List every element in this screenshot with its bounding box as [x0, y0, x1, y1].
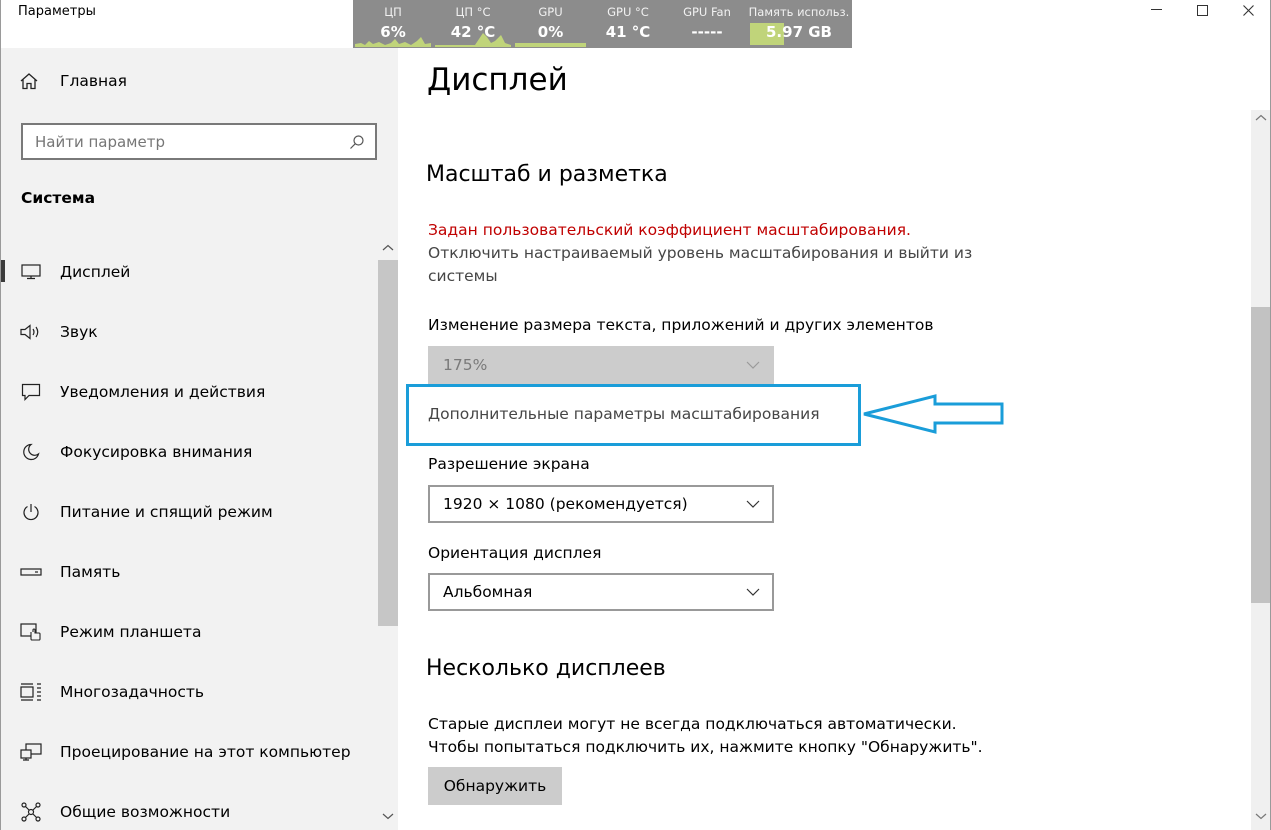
projecting-icon	[19, 743, 43, 761]
scroll-up-icon[interactable]	[1251, 112, 1271, 124]
window-controls	[1133, 0, 1271, 20]
overlay-label: Память использ.	[748, 5, 850, 19]
overlay-value: 0%	[537, 23, 564, 41]
chevron-down-icon	[746, 361, 760, 369]
close-icon	[1242, 4, 1254, 16]
speaker-icon	[19, 324, 43, 340]
tablet-icon	[19, 623, 43, 641]
chevron-down-icon	[746, 588, 760, 596]
multitasking-icon	[19, 683, 43, 701]
storage-icon	[19, 567, 43, 577]
sidebar-scrollbar[interactable]	[378, 240, 398, 830]
multiple-displays-text-2: Чтобы попытаться подключить их, нажмите …	[428, 738, 983, 756]
sidebar-home[interactable]: Главная	[19, 72, 127, 90]
overlay-gpu: GPU 0%	[513, 0, 588, 48]
main-scroll-thumb[interactable]	[1251, 307, 1271, 603]
window-title: Параметры	[18, 4, 96, 19]
sidebar-section-title: Система	[21, 189, 96, 207]
minimize-button[interactable]	[1133, 0, 1179, 20]
multiple-displays-title: Несколько дисплеев	[426, 656, 666, 681]
search-input[interactable]: Найти параметр	[21, 123, 377, 160]
search-icon[interactable]	[349, 134, 365, 150]
maximize-button[interactable]	[1179, 0, 1225, 20]
scroll-up-icon[interactable]	[378, 242, 398, 254]
resolution-dropdown-value: 1920 × 1080 (рекомендуется)	[443, 495, 688, 513]
sidebar-item-label: Уведомления и действия	[60, 383, 266, 401]
moon-icon	[19, 443, 43, 461]
overlay-label: GPU °C	[607, 5, 649, 19]
sidebar-item-tablet[interactable]: Режим планшета	[0, 602, 378, 662]
power-icon	[19, 503, 43, 521]
sidebar-item-sound[interactable]: Звук	[0, 302, 378, 362]
scale-dropdown-value: 175%	[443, 356, 488, 374]
scale-size-label: Изменение размера текста, приложений и д…	[428, 316, 934, 334]
arrow-annotation-icon	[863, 394, 1004, 434]
disable-custom-scaling-link[interactable]: Отключить настраиваемый уровень масштаби…	[428, 242, 988, 288]
notification-icon	[19, 383, 43, 401]
orientation-dropdown[interactable]: Альбомная	[428, 573, 774, 611]
sidebar-item-display[interactable]: Дисплей	[0, 242, 378, 302]
sidebar-item-label: Проецирование на этот компьютер	[60, 743, 351, 761]
overlay-value: 5.97 GB	[766, 23, 832, 41]
overlay-value: 41 °C	[605, 23, 651, 41]
orientation-label: Ориентация дисплея	[428, 544, 602, 562]
sidebar-item-projecting[interactable]: Проецирование на этот компьютер	[0, 722, 378, 782]
overlay-value: 6%	[380, 23, 406, 41]
resolution-dropdown[interactable]: 1920 × 1080 (рекомендуется)	[428, 485, 774, 523]
monitor-icon	[19, 264, 43, 280]
overlay-memory: Память использ. 5.97 GB	[746, 0, 852, 48]
multiple-displays-text-1: Старые дисплеи могут не всегда подключат…	[428, 715, 957, 733]
sidebar-item-storage[interactable]: Память	[0, 542, 378, 602]
minimize-icon	[1150, 9, 1162, 10]
scroll-down-icon[interactable]	[378, 810, 398, 822]
sidebar-nav: Дисплей Звук Уведомления и действия Фоку…	[0, 242, 378, 830]
scroll-down-icon[interactable]	[1251, 810, 1271, 822]
detect-button[interactable]: Обнаружить	[428, 767, 562, 805]
search-placeholder: Найти параметр	[35, 132, 165, 151]
resolution-label: Разрешение экрана	[428, 455, 590, 473]
overlay-value: 42 °C	[450, 23, 496, 41]
overlay-value: -----	[691, 23, 723, 41]
chevron-down-icon	[746, 500, 760, 508]
overlay-cpu-temp: ЦП °C 42 °C	[433, 0, 513, 48]
sidebar-item-multitasking[interactable]: Многозадачность	[0, 662, 378, 722]
sidebar-home-label: Главная	[60, 72, 127, 90]
overlay-gpu-fan: GPU Fan -----	[668, 0, 746, 48]
sidebar-item-label: Общие возможности	[60, 803, 231, 821]
sidebar-item-shared[interactable]: Общие возможности	[0, 782, 378, 830]
maximize-icon	[1196, 4, 1208, 16]
close-button[interactable]	[1225, 0, 1271, 20]
orientation-dropdown-value: Альбомная	[443, 583, 533, 601]
advanced-scaling-link[interactable]: Дополнительные параметры масштабирования	[428, 405, 820, 423]
sidebar-item-label: Звук	[60, 323, 98, 341]
hardware-monitor-overlay: ЦП 6% ЦП °C 42 °C GPU 0% GPU °C 41 °C GP…	[353, 0, 852, 48]
sidebar-item-label: Питание и спящий режим	[60, 503, 273, 521]
overlay-label: ЦП	[384, 5, 402, 19]
sidebar-item-notifications[interactable]: Уведомления и действия	[0, 362, 378, 422]
sidebar-item-power[interactable]: Питание и спящий режим	[0, 482, 378, 542]
main-content: Дисплей Масштаб и разметка Задан пользов…	[398, 48, 1251, 830]
sidebar-item-label: Фокусировка внимания	[60, 443, 253, 461]
scale-section-title: Масштаб и разметка	[426, 162, 668, 187]
home-icon	[19, 72, 41, 90]
sidebar-item-label: Многозадачность	[60, 683, 205, 701]
overlay-label: GPU	[538, 5, 563, 19]
custom-scale-warning: Задан пользовательский коэффициент масшт…	[428, 221, 911, 239]
page-title: Дисплей	[427, 62, 568, 98]
sidebar-item-label: Дисплей	[60, 263, 131, 281]
overlay-gpu-temp: GPU °C 41 °C	[588, 0, 668, 48]
overlay-label: GPU Fan	[683, 5, 731, 19]
sidebar-scroll-thumb[interactable]	[378, 260, 398, 626]
overlay-cpu: ЦП 6%	[353, 0, 433, 48]
sidebar-item-focus[interactable]: Фокусировка внимания	[0, 422, 378, 482]
shared-icon	[19, 802, 43, 822]
sidebar: Главная Найти параметр Система Дисплей З…	[0, 48, 398, 830]
scale-dropdown: 175%	[428, 346, 774, 384]
overlay-label: ЦП °C	[455, 5, 491, 19]
sidebar-item-label: Режим планшета	[60, 623, 202, 641]
sidebar-item-label: Память	[60, 563, 121, 581]
main-scrollbar[interactable]	[1251, 110, 1271, 830]
